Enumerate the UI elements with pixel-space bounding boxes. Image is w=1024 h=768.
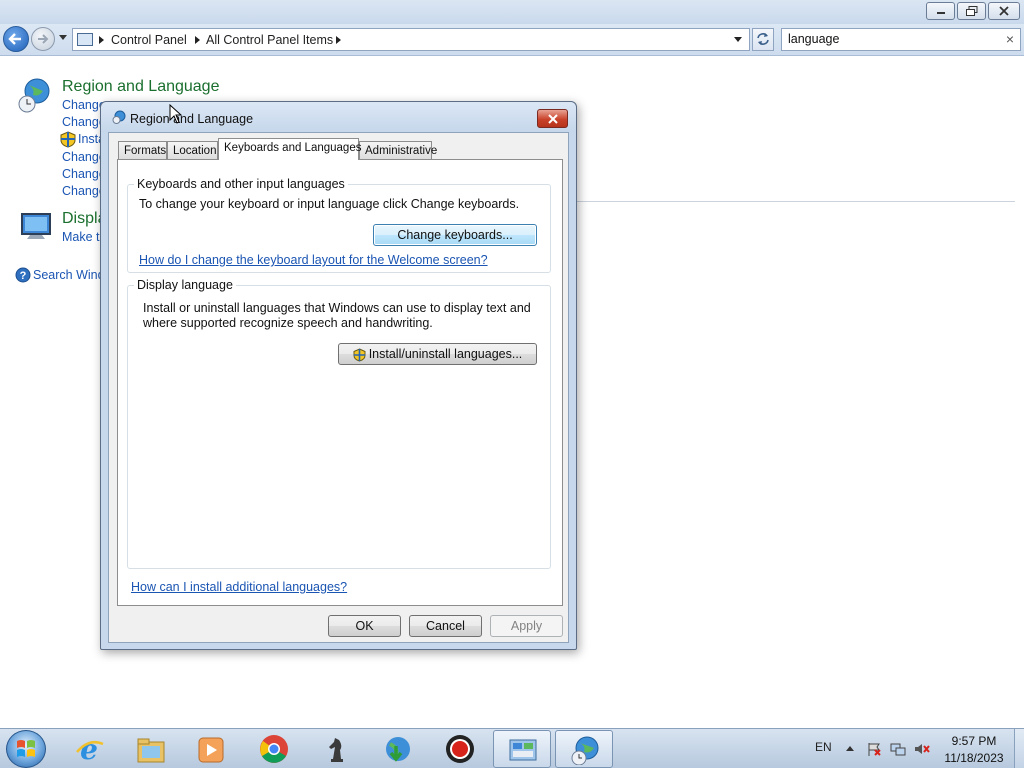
svg-text:?: ? [20,270,27,282]
tab-formats[interactable]: Formats [118,141,167,160]
help-icon: ? [15,267,31,283]
restore-icon [965,6,977,16]
uac-shield-icon [353,348,366,362]
minimize-button[interactable] [926,2,955,20]
ok-button[interactable]: OK [328,615,401,637]
taskbar-control-panel[interactable] [493,730,551,768]
uac-shield-icon [60,131,76,148]
install-uninstall-languages-label: Install/uninstall languages... [368,347,523,361]
display-language-group: Display language Install or uninstall la… [127,278,551,569]
show-hidden-icons-icon[interactable] [846,746,854,751]
apply-button[interactable]: Apply [490,615,563,637]
display-language-description: Install or uninstall languages that Wind… [143,301,531,330]
change-keyboards-button[interactable]: Change keyboards... [373,224,537,246]
refresh-button[interactable] [752,28,774,51]
breadcrumb-separator-icon[interactable] [336,36,341,44]
taskbar-screen-recorder[interactable] [431,730,489,768]
start-button[interactable] [6,730,46,768]
taskbar-chess[interactable] [306,730,364,768]
search-query[interactable]: language [788,32,839,46]
keyboards-description: To change your keyboard or input languag… [139,197,520,211]
taskbar: e EN 9:57 PM 11/18/2023 [0,728,1024,768]
input-language-indicator[interactable]: EN [815,740,832,754]
install-additional-languages-link[interactable]: How can I install additional languages? [131,580,347,594]
mouse-cursor-icon [169,104,183,124]
network-icon[interactable] [890,742,906,756]
refresh-icon [757,33,769,45]
taskbar-download-manager[interactable] [369,730,427,768]
dialog-close-button[interactable] [537,109,568,128]
keyboards-and-languages-panel: Keyboards and other input languages To c… [117,159,563,606]
action-center-flag-icon[interactable] [866,742,882,756]
record-icon [446,735,474,763]
cancel-button[interactable]: Cancel [409,615,482,637]
dialog-body: Formats Location Keyboards and Languages… [108,132,569,643]
volume-muted-icon[interactable] [914,742,930,756]
clock-date[interactable]: 11/18/2023 [940,751,1008,765]
back-arrow-icon [8,33,21,45]
install-uninstall-languages-button[interactable]: Install/uninstall languages... [338,343,537,365]
taskbar-region-and-language[interactable] [555,730,613,768]
control-panel-icon [77,33,93,46]
result-title-region-and-language[interactable]: Region and Language [62,78,219,96]
control-panel-icon [509,739,537,761]
chrome-icon [260,735,288,763]
internet-explorer-icon: e [76,734,104,764]
tab-keyboards-and-languages[interactable]: Keyboards and Languages [218,138,361,160]
forward-button[interactable] [31,27,55,51]
back-button[interactable] [3,26,29,52]
close-icon [999,6,1009,16]
welcome-screen-keyboard-help-link[interactable]: How do I change the keyboard layout for … [139,253,488,267]
globe-clock-icon [18,78,50,113]
search-input[interactable]: language × [781,28,1021,51]
globe-clock-icon [112,110,126,124]
globe-clock-icon [571,736,599,765]
breadcrumb-separator-icon[interactable] [195,36,200,44]
tab-administrative[interactable]: Administrative [359,141,437,160]
window-title-bar[interactable] [0,0,1024,24]
folder-icon [137,738,165,763]
svg-text:e: e [80,734,98,764]
breadcrumb-all-items[interactable]: All Control Panel Items [206,33,333,47]
chess-knight-icon [329,738,343,762]
window-close-button[interactable] [988,2,1020,20]
keyboards-group-label: Keyboards and other input languages [134,177,348,191]
breadcrumb-control-panel[interactable]: Control Panel [111,33,187,47]
region-and-language-dialog: Region and Language Formats Location Key… [100,101,577,650]
taskbar-chrome[interactable] [245,730,303,768]
taskbar-windows-explorer[interactable] [122,730,180,768]
clock-time[interactable]: 9:57 PM [943,734,1005,748]
download-globe-icon [386,737,410,762]
display-language-group-label: Display language [134,278,236,292]
close-icon [547,114,558,124]
clear-search-icon[interactable]: × [1006,31,1014,47]
forward-arrow-icon [38,34,49,44]
address-bar[interactable]: Control Panel All Control Panel Items [72,28,750,51]
restore-button[interactable] [957,2,986,20]
results-divider [575,201,1015,202]
keyboards-group: Keyboards and other input languages To c… [127,177,551,273]
recent-pages-chevron-icon[interactable] [58,33,68,43]
display-monitor-icon [21,213,51,239]
windows-logo-icon [17,740,35,757]
search-windows-help-link[interactable]: Search Wind [33,268,105,282]
tab-location[interactable]: Location [167,141,218,160]
breadcrumb-separator-icon[interactable] [99,36,104,44]
taskbar-media-player[interactable] [182,730,240,768]
taskbar-internet-explorer[interactable]: e [60,730,118,768]
address-dropdown-icon[interactable] [734,37,742,42]
navigation-bar: Control Panel All Control Panel Items la… [0,24,1024,56]
minimize-icon [936,12,945,14]
media-player-icon [198,737,224,763]
dialog-title: Region and Language [130,112,254,126]
show-desktop-button[interactable] [1014,729,1024,768]
